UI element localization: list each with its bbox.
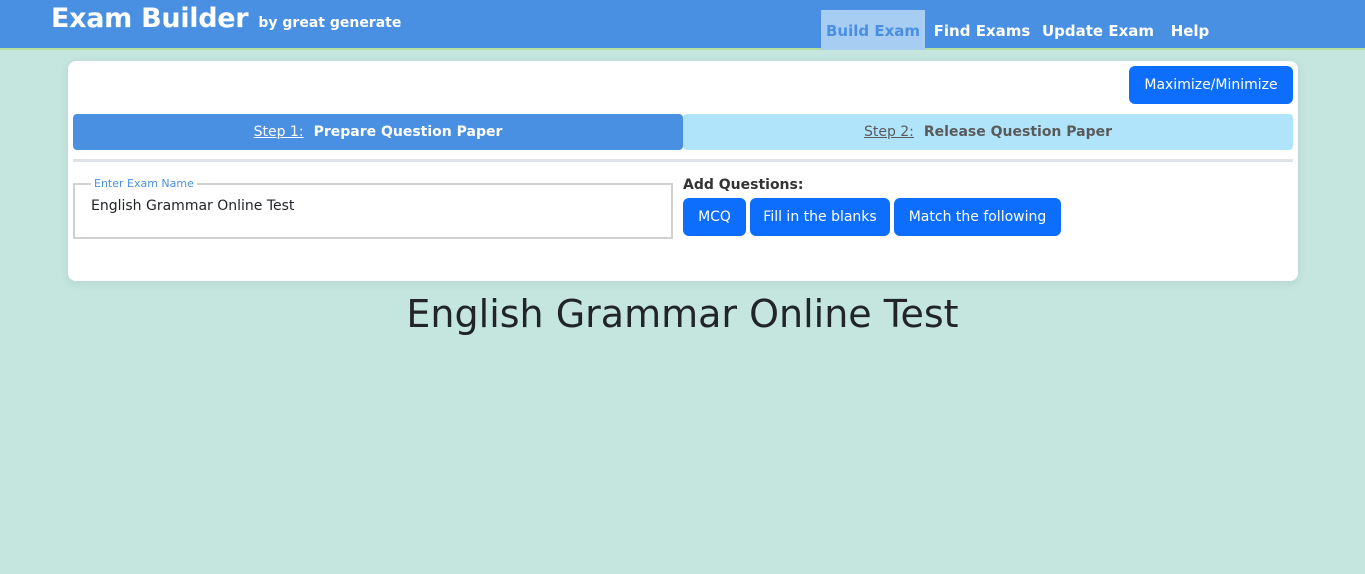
nav-build-exam[interactable]: Build Exam [821,10,925,50]
brand[interactable]: Exam Builder by great generate [51,3,401,34]
exam-builder-card: Maximize/Minimize Step 1: Prepare Questio… [68,61,1298,281]
exam-name-legend: Enter Exam Name [94,177,194,190]
divider [73,159,1293,162]
step-1-tab[interactable]: Step 1: Prepare Question Paper [73,114,683,150]
step-1-label: Prepare Question Paper [313,124,503,140]
nav-update-exam[interactable]: Update Exam [1041,10,1155,50]
nav-help[interactable]: Help [1164,10,1216,50]
brand-subtitle: by great generate [258,15,402,31]
step-2-label: Release Question Paper [923,124,1113,140]
top-navbar: Exam Builder by great generate Build Exa… [0,0,1365,50]
exam-name-fieldset: Enter Exam Name [73,177,673,239]
step-1-number: Step 1: [253,124,304,140]
step-2-tab[interactable]: Step 2: Release Question Paper [683,114,1293,150]
exam-title-heading: English Grammar Online Test [406,292,959,336]
add-fill-blanks-button[interactable]: Fill in the blanks [750,198,890,236]
add-questions-label: Add Questions: [683,177,804,193]
maximize-minimize-button[interactable]: Maximize/Minimize [1129,66,1293,104]
step-2-number: Step 2: [863,124,914,140]
brand-title: Exam Builder [51,3,249,34]
add-match-following-button[interactable]: Match the following [894,198,1061,236]
nav-find-exams[interactable]: Find Exams [932,10,1032,50]
exam-name-input[interactable] [91,198,655,214]
add-mcq-button[interactable]: MCQ [683,198,746,236]
